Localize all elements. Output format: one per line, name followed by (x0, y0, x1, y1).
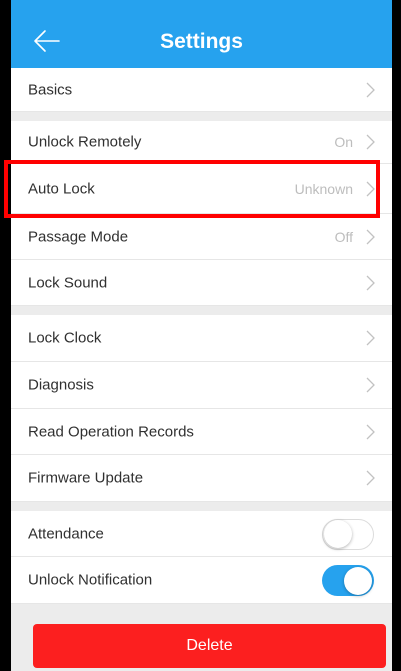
settings-item-label: Unlock Remotely (28, 133, 142, 151)
chevron-right-icon (366, 229, 375, 244)
settings-item-value: Unknown (294, 180, 353, 197)
settings-item-label: Diagnosis (28, 376, 94, 394)
chevron-right-icon (366, 181, 375, 196)
attendance-toggle[interactable] (322, 518, 374, 550)
chevron-right-icon (366, 377, 375, 393)
unlock-notification-toggle[interactable] (322, 565, 374, 596)
settings-item-read-operation-records[interactable]: Read Operation Records (11, 409, 392, 455)
settings-item-basics[interactable]: Basics (11, 68, 392, 112)
settings-item-firmware-update[interactable]: Firmware Update (11, 455, 392, 502)
toggle-knob (344, 566, 372, 595)
settings-item-label: Auto Lock (28, 180, 95, 197)
settings-item-auto-lock[interactable]: Auto Lock Unknown (11, 164, 392, 214)
header-bar: Settings (11, 0, 392, 68)
settings-item-label: Attendance (28, 525, 104, 542)
settings-item-value: On (334, 134, 353, 150)
settings-item-label: Lock Clock (28, 329, 102, 347)
chevron-right-icon (366, 134, 375, 150)
settings-item-lock-clock[interactable]: Lock Clock (11, 315, 392, 362)
toggle-knob (324, 519, 352, 548)
settings-item-label: Firmware Update (28, 469, 144, 487)
settings-item-passage-mode[interactable]: Passage Mode Off (11, 214, 392, 260)
settings-item-lock-sound[interactable]: Lock Sound (11, 260, 392, 306)
settings-item-label: Passage Mode (28, 228, 129, 245)
page-title: Settings (160, 30, 243, 53)
settings-item-unlock-notification: Unlock Notification (11, 557, 392, 604)
settings-item-label: Basics (28, 81, 73, 98)
settings-item-value: Off (334, 228, 353, 245)
settings-item-label: Lock Sound (28, 274, 108, 291)
delete-button[interactable]: Delete (33, 624, 386, 668)
settings-item-label: Unlock Notification (28, 571, 153, 589)
chevron-right-icon (366, 424, 375, 439)
settings-screen: Settings Basics Unlock Remotely On Auto … (11, 0, 392, 671)
settings-item-label: Read Operation Records (28, 423, 194, 440)
settings-item-unlock-remotely[interactable]: Unlock Remotely On (11, 121, 392, 164)
chevron-right-icon (366, 275, 375, 290)
settings-item-diagnosis[interactable]: Diagnosis (11, 362, 392, 409)
settings-item-attendance: Attendance (11, 511, 392, 557)
chevron-right-icon (366, 330, 375, 346)
chevron-right-icon (366, 82, 375, 97)
chevron-right-icon (366, 470, 375, 486)
